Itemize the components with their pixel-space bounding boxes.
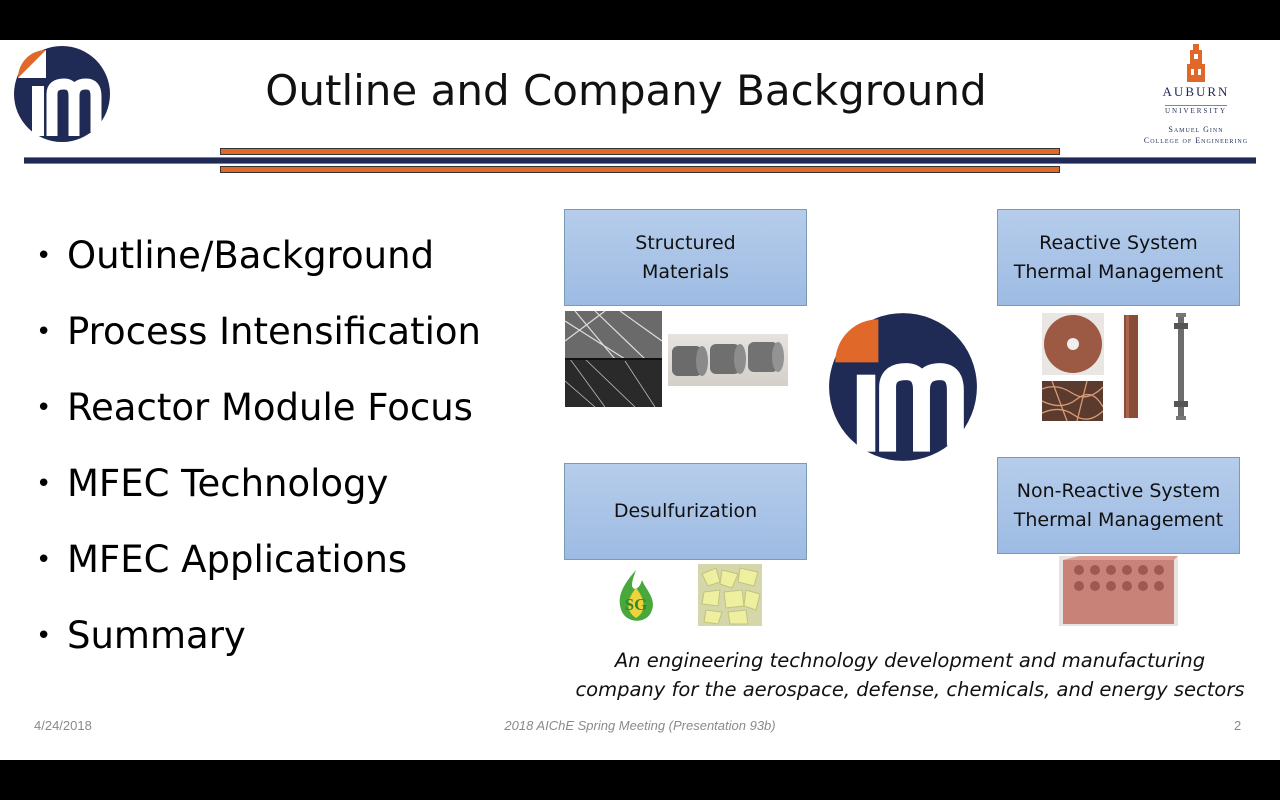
bullet-dot: • <box>36 317 52 347</box>
copper-disk-image <box>1042 313 1104 375</box>
bullet-dot: • <box>36 545 52 575</box>
sg-logo-text: SG <box>625 595 648 614</box>
bullet-dot: • <box>36 621 52 651</box>
auburn-university: UNIVERSITY <box>1165 105 1227 115</box>
reactor-rod-image <box>1121 313 1142 420</box>
structured-materials-box: Structured Materials <box>564 209 807 306</box>
non-reactive-system-box: Non-Reactive System Thermal Management <box>997 457 1240 554</box>
bullet-dot: • <box>36 241 52 271</box>
company-tagline: An engineering technology development an… <box>575 649 1245 701</box>
title-rule-main <box>24 157 1256 164</box>
bullet-item: • Process Intensification <box>36 294 481 370</box>
slide: Outline and Company Background AUBURN UN… <box>0 0 1280 800</box>
title-rule-bottom <box>220 166 1060 173</box>
im-logo-center-icon <box>826 310 980 464</box>
footer-page-number: 2 <box>1234 718 1242 733</box>
auburn-college-line1: Samuel Ginn <box>1168 125 1224 134</box>
auburn-logo: AUBURN UNIVERSITY Samuel Ginn College of… <box>1134 44 1258 146</box>
page-title: Outline and Company Background <box>265 66 987 115</box>
bullet-item: • Outline/Background <box>36 218 481 294</box>
title-rule-top <box>220 148 1060 155</box>
fiber-rollers-image <box>668 334 788 386</box>
bullet-item: • MFEC Technology <box>36 446 481 522</box>
desulfurization-box: Desulfurization <box>564 463 807 560</box>
auburn-college-line2: College of Engineering <box>1143 136 1249 145</box>
sorbent-crystals-image <box>698 564 762 626</box>
reactive-system-box: Reactive System Thermal Management <box>997 209 1240 306</box>
bullet-item: • MFEC Applications <box>36 522 481 598</box>
brick-monolith-image <box>1059 556 1178 626</box>
bullet-item: • Reactor Module Focus <box>36 370 481 446</box>
bullet-list: • Outline/Background • Process Intensifica… <box>36 218 481 674</box>
fiber-micrograph-image <box>565 311 662 407</box>
auburn-name: AUBURN <box>1162 84 1230 99</box>
bullet-dot: • <box>36 469 52 499</box>
footer-meeting: 2018 AIChE Spring Meeting (Presentation … <box>504 718 776 733</box>
footer-date: 4/24/2018 <box>34 718 92 733</box>
copper-mesh-image <box>1042 381 1103 421</box>
reactor-tube-image <box>1168 313 1194 420</box>
bullet-item: • Summary <box>36 598 481 674</box>
sg-logo-icon: SG <box>612 568 660 624</box>
auburn-tower-icon <box>1187 44 1205 82</box>
bullet-dot: • <box>36 393 52 423</box>
